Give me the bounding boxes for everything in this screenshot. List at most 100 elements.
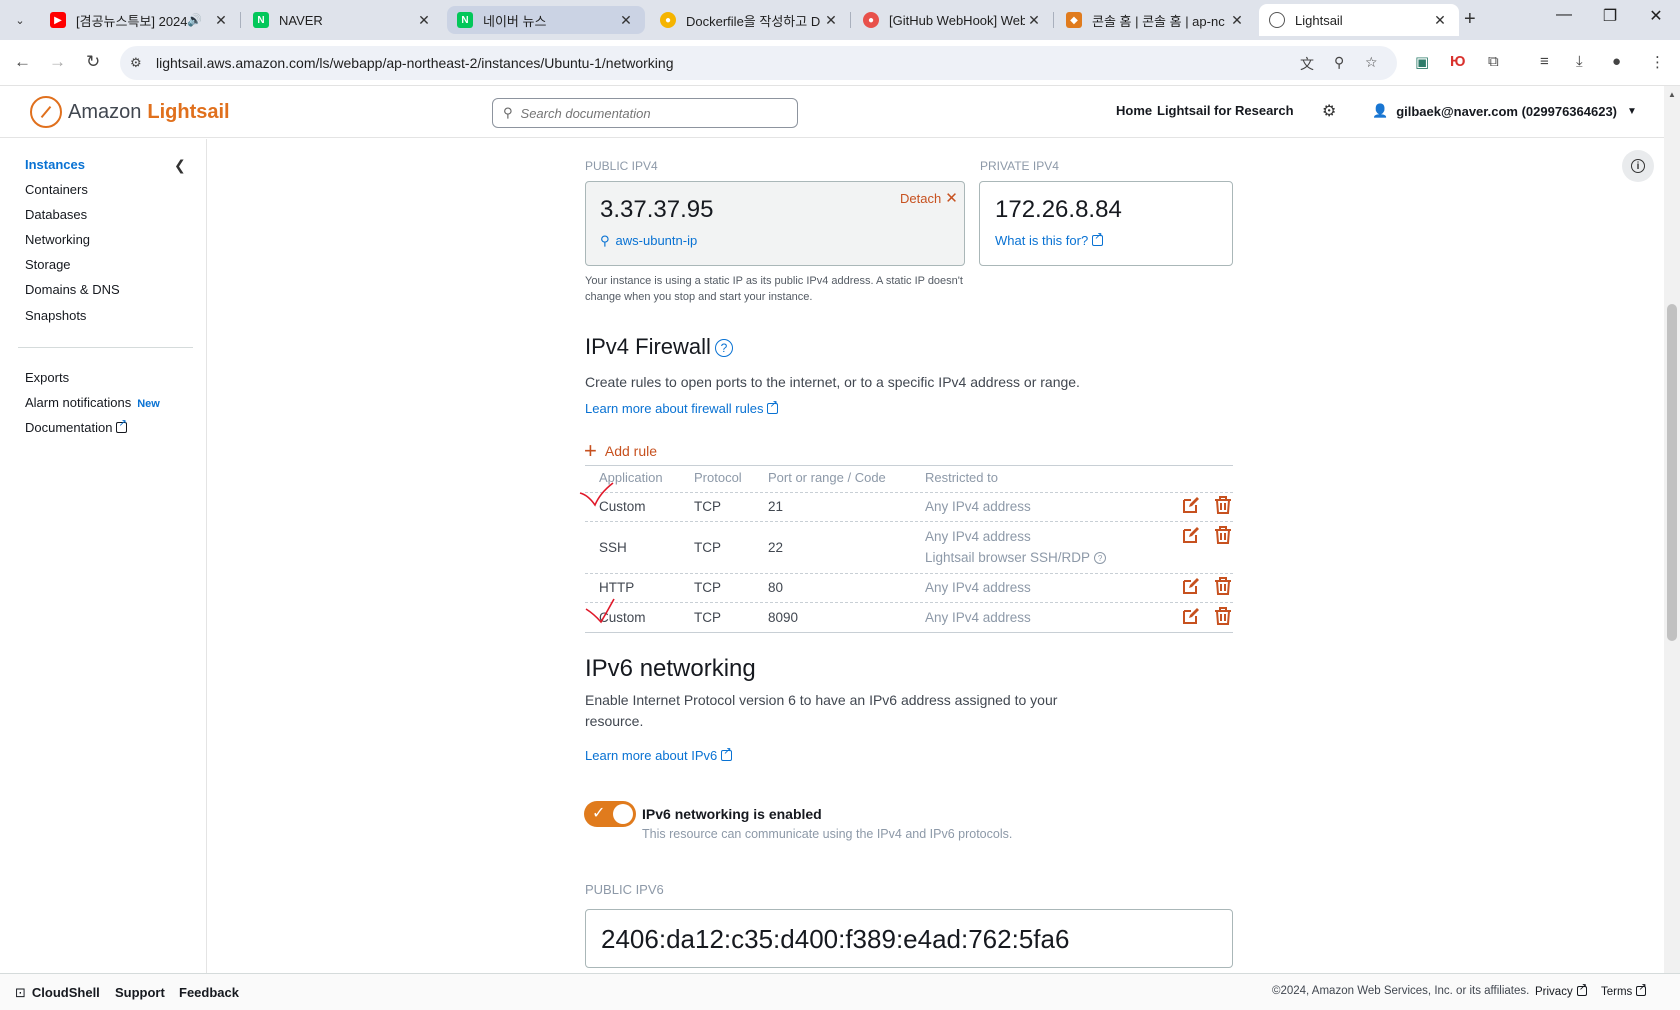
user-icon: 👤 xyxy=(1372,103,1389,118)
search-input[interactable] xyxy=(520,105,771,121)
scroll-up-arrow-icon[interactable]: ▲ xyxy=(1668,90,1676,99)
browser-tab-dockerfile[interactable]: ● Dockerfile을 작성하고 D ✕ xyxy=(650,4,851,36)
sidebar-item-exports[interactable]: Exports xyxy=(25,370,69,385)
firewall-learn-more-link[interactable]: Learn more about firewall rules xyxy=(585,399,779,416)
reload-icon[interactable]: ↻ xyxy=(86,52,100,72)
ipv6-learn-more-link[interactable]: Learn more about IPv6 xyxy=(585,746,733,763)
lightsail-logo[interactable]: Amazon Lightsail xyxy=(30,96,230,128)
edit-icon[interactable] xyxy=(1181,525,1201,545)
delete-trash-icon[interactable] xyxy=(1213,525,1233,545)
new-badge: New xyxy=(137,398,160,410)
support-link[interactable]: Support xyxy=(115,985,165,1000)
rule-application: Custom xyxy=(599,610,646,625)
new-tab-button[interactable]: + xyxy=(1464,8,1476,31)
terms-label: Terms xyxy=(1601,986,1633,998)
nav-research-link[interactable]: Lightsail for Research xyxy=(1157,103,1294,118)
address-bar[interactable]: ⚙ lightsail.aws.amazon.com/ls/webapp/ap-… xyxy=(120,46,1397,80)
close-icon[interactable]: ✕ xyxy=(1228,12,1246,29)
check-icon: ✓ xyxy=(592,805,606,822)
browser-tab-naver-news[interactable]: N 네이버 뉴스 ✕ xyxy=(447,6,645,34)
download-icon[interactable]: ⤓ xyxy=(1576,53,1583,70)
browser-tab-aws-console[interactable]: ◆ 콘솔 홈 | 콘솔 홈 | ap-nc ✕ xyxy=(1056,4,1256,36)
sidebar-item-storage[interactable]: Storage xyxy=(25,257,71,272)
back-arrow-icon[interactable]: ← xyxy=(14,52,31,72)
privacy-link[interactable]: Privacy xyxy=(1535,982,1587,998)
media-queue-icon[interactable]: ≡ xyxy=(1540,53,1549,70)
private-ipv4-value: 172.26.8.84 xyxy=(995,196,1122,223)
zoom-icon[interactable]: ⚲ xyxy=(1334,54,1344,71)
static-ip-link[interactable]: ⚲ aws-ubuntn-ip xyxy=(600,233,697,249)
site-settings-icon[interactable]: ⚙ xyxy=(130,55,142,71)
browser-tab-naver[interactable]: N NAVER ✕ xyxy=(243,4,443,36)
restore-button[interactable]: ❐ xyxy=(1587,6,1633,26)
ipv6-toggle[interactable]: ✓ xyxy=(584,801,636,827)
delete-trash-icon[interactable] xyxy=(1213,495,1233,515)
minimize-button[interactable]: — xyxy=(1541,6,1587,24)
translate-icon[interactable]: 文 xyxy=(1300,54,1314,74)
browser-tab-github-webhook[interactable]: ● [GitHub WebHook] Web ✕ xyxy=(853,4,1054,36)
delete-trash-icon[interactable] xyxy=(1213,576,1233,596)
close-window-button[interactable]: ✕ xyxy=(1633,6,1679,26)
tab-title: Dockerfile을 작성하고 D xyxy=(686,13,821,29)
static-ip-icon: ⚲ xyxy=(600,233,610,248)
row-divider xyxy=(585,492,1233,493)
close-icon[interactable]: ✕ xyxy=(617,12,635,29)
speaker-icon[interactable]: 🔊 xyxy=(187,13,202,27)
sidebar-item-databases[interactable]: Databases xyxy=(25,207,87,222)
terms-link[interactable]: Terms xyxy=(1601,982,1647,998)
cloudshell-button[interactable]: ⊡ CloudShell xyxy=(15,985,100,1001)
close-icon[interactable]: ✕ xyxy=(212,12,230,29)
url-text[interactable]: lightsail.aws.amazon.com/ls/webapp/ap-no… xyxy=(156,55,674,71)
browser-tab-lightsail[interactable]: Lightsail ✕ xyxy=(1259,4,1459,36)
feedback-link[interactable]: Feedback xyxy=(179,985,239,1000)
nav-home-link[interactable]: Home xyxy=(1116,103,1152,118)
rule-application: SSH xyxy=(599,540,627,555)
bookmark-star-icon[interactable]: ☆ xyxy=(1365,54,1378,71)
close-icon[interactable]: ✕ xyxy=(1431,12,1449,29)
help-question-icon[interactable]: ? xyxy=(1094,552,1107,565)
static-ip-name: aws-ubuntn-ip xyxy=(615,233,698,248)
rule-restricted: Any IPv4 address xyxy=(925,499,1031,514)
close-icon[interactable]: ✕ xyxy=(1025,12,1043,29)
tab-separator xyxy=(240,12,241,28)
firewall-heading: IPv4 Firewall? xyxy=(585,334,733,360)
add-rule-button[interactable]: + Add rule xyxy=(584,438,657,464)
delete-trash-icon[interactable] xyxy=(1213,606,1233,626)
info-panel-button[interactable]: i xyxy=(1622,150,1654,182)
rule-protocol: TCP xyxy=(694,499,721,514)
browser-tab-youtube[interactable]: ▶ [겸공뉴스특보] 2024 🔊 ✕ xyxy=(40,4,241,36)
edit-icon[interactable] xyxy=(1181,495,1201,515)
sidebar-item-containers[interactable]: Containers xyxy=(25,182,88,197)
sidebar-item-alarm-notifications[interactable]: Alarm notifications New xyxy=(25,395,160,410)
edit-icon[interactable] xyxy=(1181,576,1201,596)
detach-button[interactable]: Detach ✕ xyxy=(900,189,958,207)
account-menu[interactable]: 👤 gilbaek@naver.com (029976364623) ▼ xyxy=(1372,103,1637,119)
external-link-icon xyxy=(1576,982,1587,996)
collapse-chevron-left-icon[interactable]: ❮ xyxy=(174,157,186,174)
settings-gear-icon[interactable]: ⚙ xyxy=(1322,101,1336,121)
extension-icon[interactable]: ▣ xyxy=(1415,53,1429,71)
puzzle-icon[interactable]: ⧉ xyxy=(1488,53,1499,70)
firewall-description: Create rules to open ports to the intern… xyxy=(585,374,1080,390)
browser-tab-bar: ⌄ ▶ [겸공뉴스특보] 2024 🔊 ✕ N NAVER ✕ N 네이버 뉴스… xyxy=(0,0,1680,40)
tab-search-chevron-icon[interactable]: ⌄ xyxy=(8,8,32,32)
help-question-icon[interactable]: ? xyxy=(714,339,733,358)
kebab-menu-icon[interactable]: ⋮ xyxy=(1650,53,1665,71)
rule-restricted: Any IPv4 address xyxy=(925,580,1031,595)
close-icon[interactable]: ✕ xyxy=(415,12,433,29)
close-icon[interactable]: ✕ xyxy=(822,12,840,29)
sidebar-item-snapshots[interactable]: Snapshots xyxy=(25,308,86,323)
what-is-this-link[interactable]: What is this for? xyxy=(995,231,1104,248)
sidebar-item-networking[interactable]: Networking xyxy=(25,232,90,247)
scrollbar-thumb[interactable] xyxy=(1667,304,1677,641)
sidebar-item-instances[interactable]: Instances xyxy=(25,157,85,172)
toggle-knob xyxy=(613,804,633,824)
sidebar-item-documentation[interactable]: Documentation xyxy=(25,418,128,435)
edit-icon[interactable] xyxy=(1181,606,1201,626)
extension-profile-icon[interactable]: Ю xyxy=(1450,53,1465,70)
profile-avatar-icon[interactable]: ● xyxy=(1612,53,1621,70)
page-scrollbar[interactable]: ▲ xyxy=(1664,86,1680,973)
sidebar-item-domains-dns[interactable]: Domains & DNS xyxy=(25,282,120,297)
forward-arrow-icon[interactable]: → xyxy=(49,52,66,72)
search-documentation[interactable]: ⚲ xyxy=(492,98,798,128)
